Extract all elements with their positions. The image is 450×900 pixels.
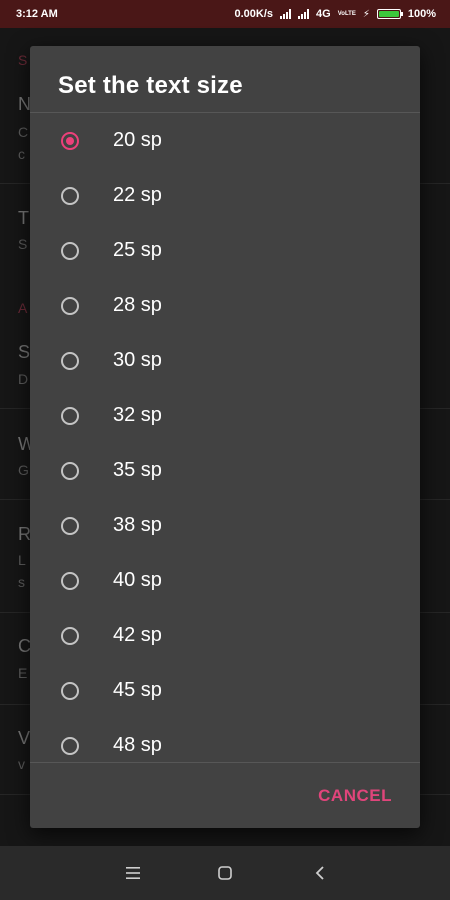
network-type: 4G	[316, 8, 331, 20]
back-icon	[315, 866, 324, 880]
section-header: A	[18, 300, 28, 316]
navigation-bar	[0, 846, 450, 900]
cancel-button[interactable]: CANCEL	[318, 786, 392, 806]
text-size-option-32[interactable]: 32 sp	[30, 388, 420, 443]
text-size-option-45[interactable]: 45 sp	[30, 663, 420, 718]
setting-title: S	[18, 342, 31, 362]
setting-summary: L	[18, 552, 26, 568]
text-size-option-38[interactable]: 38 sp	[30, 498, 420, 553]
text-size-option-28[interactable]: 28 sp	[30, 278, 420, 333]
option-label: 25 sp	[113, 239, 162, 261]
charging-icon: ⚡	[362, 8, 370, 20]
text-size-option-40[interactable]: 40 sp	[30, 553, 420, 608]
battery-icon	[376, 9, 403, 19]
text-size-options[interactable]: 20 sp 22 sp 25 sp 28 sp 30 sp 32 sp 35 s…	[30, 113, 420, 762]
setting-title: T	[18, 208, 29, 228]
radio-unchecked-icon[interactable]	[61, 681, 79, 700]
volte-icon: VoLTE	[337, 10, 356, 17]
text-size-option-35[interactable]: 35 sp	[30, 443, 420, 498]
status-time: 3:12 AM	[16, 8, 58, 20]
radio-unchecked-icon[interactable]	[61, 296, 79, 315]
option-label: 32 sp	[113, 404, 162, 426]
dialog-divider	[30, 762, 420, 763]
home-icon	[218, 866, 232, 880]
radio-unchecked-icon[interactable]	[61, 736, 79, 755]
text-size-option-20[interactable]: 20 sp	[30, 113, 420, 168]
text-size-option-42[interactable]: 42 sp	[30, 608, 420, 663]
option-label: 40 sp	[113, 569, 162, 591]
option-label: 22 sp	[113, 184, 162, 206]
section-header: S	[18, 52, 28, 68]
setting-summary: v	[18, 756, 25, 772]
option-label: 30 sp	[113, 349, 162, 371]
setting-summary: C	[18, 124, 29, 140]
text-size-option-48[interactable]: 48 sp	[30, 718, 420, 762]
radio-unchecked-icon[interactable]	[61, 626, 79, 645]
setting-summary: s	[18, 574, 25, 590]
option-label: 42 sp	[113, 624, 162, 646]
home-button[interactable]	[195, 846, 255, 900]
setting-summary: E	[18, 665, 28, 681]
text-size-dialog: Set the text size 20 sp 22 sp 25 sp 28 s…	[30, 46, 420, 828]
text-size-option-25[interactable]: 25 sp	[30, 223, 420, 278]
back-button[interactable]	[290, 846, 350, 900]
signal-icon-2	[298, 9, 310, 19]
option-label: 48 sp	[113, 734, 162, 756]
dialog-title: Set the text size	[58, 72, 243, 99]
option-label: 28 sp	[113, 294, 162, 316]
setting-title: V	[18, 728, 31, 748]
text-size-option-22[interactable]: 22 sp	[30, 168, 420, 223]
radio-unchecked-icon[interactable]	[61, 516, 79, 535]
option-label: 45 sp	[113, 679, 162, 701]
radio-checked-icon[interactable]	[61, 131, 79, 150]
setting-summary: c	[18, 146, 25, 162]
network-speed: 0.00K/s	[234, 8, 274, 20]
radio-unchecked-icon[interactable]	[61, 571, 79, 590]
setting-summary: D	[18, 371, 29, 387]
radio-unchecked-icon[interactable]	[61, 351, 79, 370]
status-bar: 3:12 AM 0.00K/s 4G VoLTE ⚡ 100%	[0, 0, 450, 28]
radio-unchecked-icon[interactable]	[61, 186, 79, 205]
option-label: 35 sp	[113, 459, 162, 481]
text-size-option-30[interactable]: 30 sp	[30, 333, 420, 388]
radio-unchecked-icon[interactable]	[61, 461, 79, 480]
setting-summary: S	[18, 236, 28, 252]
option-label: 38 sp	[113, 514, 162, 536]
signal-icon	[280, 9, 292, 19]
menu-icon	[126, 867, 140, 879]
option-label: 20 sp	[113, 129, 162, 151]
setting-summary: G	[18, 462, 29, 478]
battery-percent: 100%	[407, 8, 436, 20]
menu-button[interactable]	[103, 846, 163, 900]
radio-unchecked-icon[interactable]	[61, 406, 79, 425]
radio-unchecked-icon[interactable]	[61, 241, 79, 260]
